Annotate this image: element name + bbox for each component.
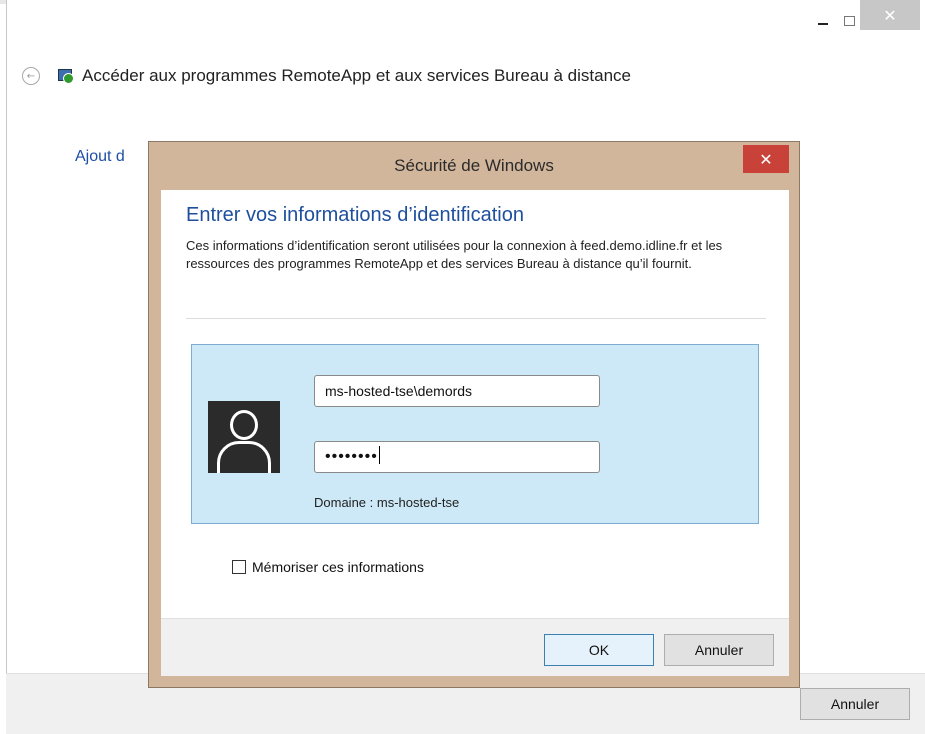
back-arrow-icon: ← bbox=[26, 70, 36, 82]
maximize-icon bbox=[843, 16, 855, 26]
dialog-footer: OK Annuler bbox=[161, 618, 789, 676]
dialog-close-button[interactable]: ✕ bbox=[743, 145, 789, 173]
credential-tile[interactable]: ms-hosted-tse\demords •••••••• Domaine :… bbox=[191, 344, 759, 524]
cancel-button[interactable]: Annuler bbox=[664, 634, 774, 666]
wizard-heading: Ajout d bbox=[75, 148, 125, 165]
wizard-nav-bar: ← Accéder aux programmes RemoteApp et au… bbox=[22, 66, 631, 86]
windows-security-dialog: Sécurité de Windows ✕ Entrer vos informa… bbox=[148, 141, 800, 688]
password-input[interactable]: •••••••• bbox=[314, 441, 600, 473]
back-button[interactable]: ← bbox=[22, 67, 40, 85]
maximize-button[interactable] bbox=[840, 4, 858, 38]
text-caret bbox=[378, 446, 380, 464]
minimize-button[interactable] bbox=[806, 4, 840, 38]
dialog-title: Sécurité de Windows bbox=[394, 156, 554, 175]
close-icon: ✕ bbox=[883, 5, 897, 25]
dialog-body: Entrer vos informations d’identification… bbox=[161, 190, 789, 618]
wizard-cancel-button[interactable]: Annuler bbox=[800, 688, 910, 720]
window-close-button[interactable]: ✕ bbox=[860, 0, 920, 30]
remoteapp-icon bbox=[58, 68, 74, 84]
credentials-heading: Entrer vos informations d’identification bbox=[186, 204, 524, 226]
remember-checkbox[interactable] bbox=[232, 560, 246, 574]
minimize-icon bbox=[818, 23, 828, 25]
domain-label: Domaine : ms-hosted-tse bbox=[314, 495, 460, 510]
password-mask: •••••••• bbox=[325, 448, 378, 465]
divider bbox=[186, 318, 766, 319]
remember-row: Mémoriser ces informations bbox=[232, 559, 424, 575]
wizard-title: Accéder aux programmes RemoteApp et aux … bbox=[82, 66, 631, 85]
remember-label[interactable]: Mémoriser ces informations bbox=[252, 559, 424, 575]
ok-button[interactable]: OK bbox=[544, 634, 654, 666]
credentials-description: Ces informations d’identification seront… bbox=[186, 238, 723, 271]
username-input[interactable]: ms-hosted-tse\demords bbox=[314, 375, 600, 407]
close-icon: ✕ bbox=[759, 149, 773, 169]
user-avatar-icon bbox=[208, 401, 280, 473]
